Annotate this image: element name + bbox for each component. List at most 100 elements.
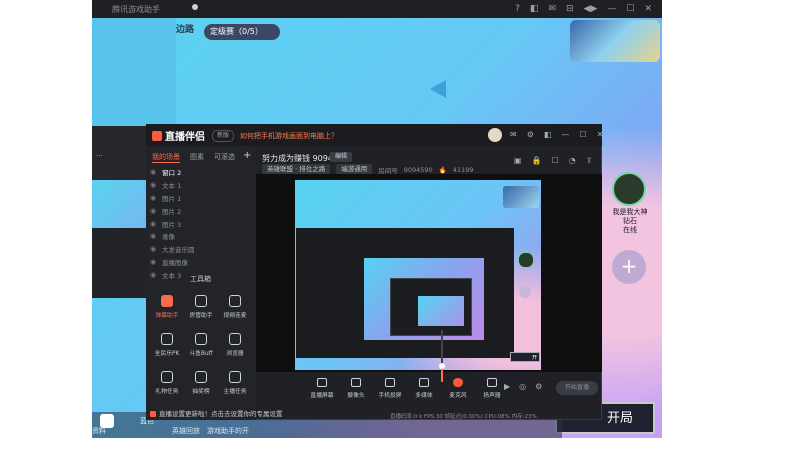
app-logo-text: 直播伴侣 (165, 132, 205, 143)
eye-icon[interactable]: ◉ (150, 207, 158, 215)
eye-icon[interactable]: ◉ (150, 245, 158, 253)
control-phone-cast[interactable]: 手机投屏 (378, 378, 402, 399)
go-live-button[interactable]: 开始直播 (556, 381, 598, 395)
bottom-item[interactable]: 英雄回放 (172, 426, 200, 436)
cat-icon[interactable] (100, 414, 114, 428)
bottom-item[interactable]: 游戏助手的开 (207, 426, 249, 436)
source-controls: 直播屏幕 摄像头 手机投屏 多媒体 麦克风 扬声器 (310, 378, 504, 399)
gift-icon[interactable]: ☐ (552, 156, 559, 165)
room-id: 9094590 (403, 165, 433, 174)
tool-buff[interactable]: 斗鱼Buff (184, 328, 218, 362)
scene-item[interactable]: ◉ 图片 1 (150, 192, 250, 205)
message-icon[interactable]: ✉ (548, 4, 556, 14)
preview-avatar (518, 252, 534, 268)
season-badge-icon[interactable] (570, 20, 660, 62)
layout-icon[interactable]: ▣ (514, 156, 522, 165)
preview-plus (519, 286, 531, 298)
tool-anchor-task[interactable]: 主播任务 (218, 366, 252, 400)
minimize-tray-icon[interactable]: ⊟ (566, 4, 574, 14)
toolbox-grid: 弹幕助手 房管助手 视频连麦 全民乐PK 斗鱼Buff 浏览器 礼物任务 抽奖榜… (150, 290, 254, 400)
minimize-icon[interactable]: — (561, 130, 569, 139)
user-avatar[interactable] (488, 128, 502, 142)
lock-icon[interactable]: 🔒 (532, 156, 542, 165)
eye-icon[interactable]: ◉ (150, 271, 158, 279)
settings-icon[interactable]: ⚙ (527, 130, 534, 139)
tool-manager[interactable]: 房管助手 (184, 290, 218, 324)
gift-task-icon (161, 371, 173, 383)
tab-materials[interactable]: 图素 (190, 152, 204, 163)
eye-icon[interactable]: ◉ (150, 168, 158, 176)
tab-my-scenes[interactable]: 我的场景 (152, 152, 180, 163)
background-window-panel (92, 228, 146, 298)
video-link-icon (229, 295, 241, 307)
sidebar-tabs: 我的场景 图素 可滚选 (152, 152, 235, 163)
lane-label: 边路 (176, 25, 195, 35)
preview-nested-toolbar (296, 340, 510, 356)
scene-item[interactable]: ◉ 文本 1 (150, 179, 250, 192)
control-mic[interactable]: 麦克风 (446, 378, 470, 399)
slider-knob[interactable] (439, 363, 445, 370)
help-link[interactable]: 如何把手机游戏画面到电脑上？ (240, 131, 338, 141)
eye-icon[interactable]: ◉ (150, 181, 158, 189)
control-speaker[interactable]: 扬声器 (480, 378, 504, 399)
lottery-icon (195, 371, 207, 383)
mic-volume-slider[interactable] (439, 330, 445, 382)
preview-nested-frame-2 (418, 296, 464, 326)
fire-icon: 🔥 (438, 165, 447, 174)
nav-arrows-icon[interactable]: ◀▶ (584, 4, 598, 14)
friend-avatar[interactable] (612, 172, 646, 206)
minimize-icon[interactable]: — (607, 4, 616, 14)
skin-icon[interactable]: ◧ (544, 130, 552, 139)
add-scene-button[interactable]: + (243, 150, 251, 161)
window-controls: ? ◧ ✉ ⊟ ◀▶ — ☐ ✕ (515, 4, 652, 14)
scene-item[interactable]: ◉ 大发音乐圆 (150, 243, 250, 256)
speaker-icon (487, 378, 497, 387)
tool-pk[interactable]: 全民乐PK (150, 328, 184, 362)
tool-video-link[interactable]: 视频连麦 (218, 290, 252, 324)
control-screen[interactable]: 直播屏幕 (310, 378, 334, 399)
scene-item[interactable]: ◉ 窗口 2 (150, 166, 250, 179)
scene-list: ◉ 窗口 2 ◉ 文本 1 ◉ 图片 1 ◉ 图片 2 ◉ 图片 3 ◉ 录像 ◉ 大发音乐圆… (150, 166, 250, 281)
eye-icon[interactable]: ◉ (150, 220, 158, 228)
screen-icon (317, 378, 327, 387)
timer-icon[interactable]: ◎ (519, 382, 526, 391)
tab-scrollable[interactable]: 可滚选 (214, 152, 235, 163)
close-icon[interactable]: ✕ (597, 130, 604, 139)
record-icon[interactable]: ▶ (504, 382, 510, 391)
anchor-task-icon (229, 371, 241, 383)
browser-icon (229, 333, 241, 345)
danmaku-icon (161, 295, 173, 307)
control-media[interactable]: 多媒体 (412, 378, 436, 399)
scene-item[interactable]: ◉ 直播图像 (150, 256, 250, 269)
eye-icon[interactable]: ◉ (150, 258, 158, 266)
tool-gift-task[interactable]: 礼物任务 (150, 366, 184, 400)
control-camera[interactable]: 摄像头 (344, 378, 368, 399)
scene-item[interactable]: ◉ 图片 2 (150, 204, 250, 217)
add-friend-button[interactable]: + (612, 250, 646, 284)
phone-cast-icon (385, 378, 395, 387)
maximize-icon[interactable]: ☐ (626, 4, 634, 14)
pk-icon (161, 333, 173, 345)
bell-icon[interactable]: ◔ (569, 156, 576, 165)
camera-icon (351, 378, 361, 387)
skin-icon[interactable]: ◧ (530, 4, 539, 14)
eye-icon[interactable]: ◉ (150, 194, 158, 202)
scene-item[interactable]: ◉ 图片 3 (150, 217, 250, 230)
settings-icon[interactable]: ⚙ (535, 382, 542, 391)
preview-start: 开 (510, 352, 540, 362)
maximize-icon[interactable]: ☐ (579, 130, 586, 139)
help-icon[interactable]: ? (515, 4, 520, 14)
share-icon[interactable]: ⇪ (586, 156, 593, 165)
tool-danmaku[interactable]: 弹幕助手 (150, 290, 184, 324)
edit-title-button[interactable]: 编辑 (330, 152, 353, 162)
rank-badge[interactable]: 定级赛（0/5） (204, 24, 280, 40)
scene-item[interactable]: ◉ 录像 (150, 230, 250, 243)
tool-lottery[interactable]: 抽奖榜 (184, 366, 218, 400)
tool-browser[interactable]: 浏览器 (218, 328, 252, 362)
friend-label: 我是我大神 钻石 在线 (612, 208, 648, 234)
close-icon[interactable]: ✕ (644, 4, 652, 14)
eye-icon[interactable]: ◉ (150, 232, 158, 240)
preview-badge (503, 186, 539, 208)
message-icon[interactable]: ✉ (510, 130, 517, 139)
version-badge[interactable]: 新版 (212, 130, 235, 142)
